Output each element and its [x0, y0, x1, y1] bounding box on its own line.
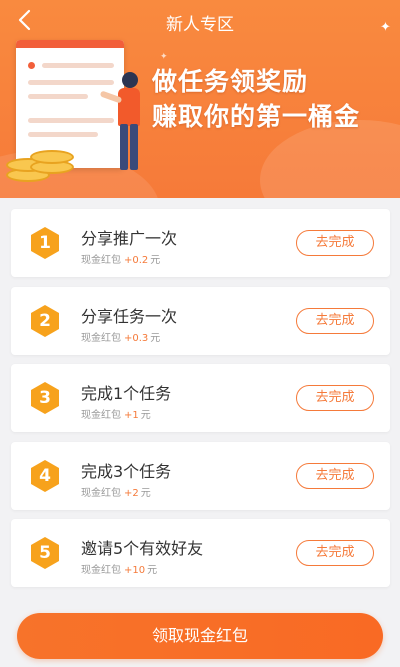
step-number-badge: 2: [29, 304, 61, 338]
claim-cash-button[interactable]: 领取现金红包: [17, 613, 383, 659]
task-card: 1 分享推广一次 现金红包 +0.2 元 去完成: [11, 209, 390, 277]
task-title: 分享任务一次: [81, 307, 178, 326]
task-reward: 现金红包 +2 元: [81, 488, 151, 499]
task-title: 完成3个任务: [81, 462, 172, 481]
task-card: 5 邀请5个有效好友 现金红包 +10 元 去完成: [11, 519, 390, 587]
sparkle-icon: ✦: [380, 20, 391, 35]
go-complete-button[interactable]: 去完成: [296, 230, 374, 256]
headline-line-2: 赚取你的第一桶金: [152, 102, 361, 131]
go-complete-button[interactable]: 去完成: [296, 308, 374, 334]
step-number-badge: 5: [29, 536, 61, 570]
page-title: 新人专区: [166, 15, 234, 35]
banner-headline: 做任务领奖励 赚取你的第一桶金: [152, 64, 360, 134]
step-number-badge: 1: [29, 226, 61, 260]
promo-banner: 新人专区 ✦ ✦ 做任务领奖励 赚取你的第一桶金: [0, 0, 400, 198]
task-title: 分享推广一次: [81, 229, 178, 248]
task-reward: 现金红包 +0.3 元: [81, 333, 161, 344]
step-number-badge: 3: [29, 381, 61, 415]
task-reward: 现金红包 +1 元: [81, 410, 151, 421]
task-card: 4 完成3个任务 现金红包 +2 元 去完成: [11, 442, 390, 510]
task-title: 完成1个任务: [81, 384, 172, 403]
sparkle-icon: ✦: [160, 52, 168, 62]
task-title: 邀请5个有效好友: [81, 539, 204, 558]
step-number-badge: 4: [29, 459, 61, 493]
person-illustration: [99, 72, 152, 176]
go-complete-button[interactable]: 去完成: [296, 540, 374, 566]
headline-line-1: 做任务领奖励: [152, 67, 309, 96]
task-card: 3 完成1个任务 现金红包 +1 元 去完成: [11, 364, 390, 432]
go-complete-button[interactable]: 去完成: [296, 463, 374, 489]
task-card: 2 分享任务一次 现金红包 +0.3 元 去完成: [11, 287, 390, 355]
task-reward: 现金红包 +10 元: [81, 565, 158, 576]
task-reward: 现金红包 +0.2 元: [81, 255, 161, 266]
go-complete-button[interactable]: 去完成: [296, 385, 374, 411]
